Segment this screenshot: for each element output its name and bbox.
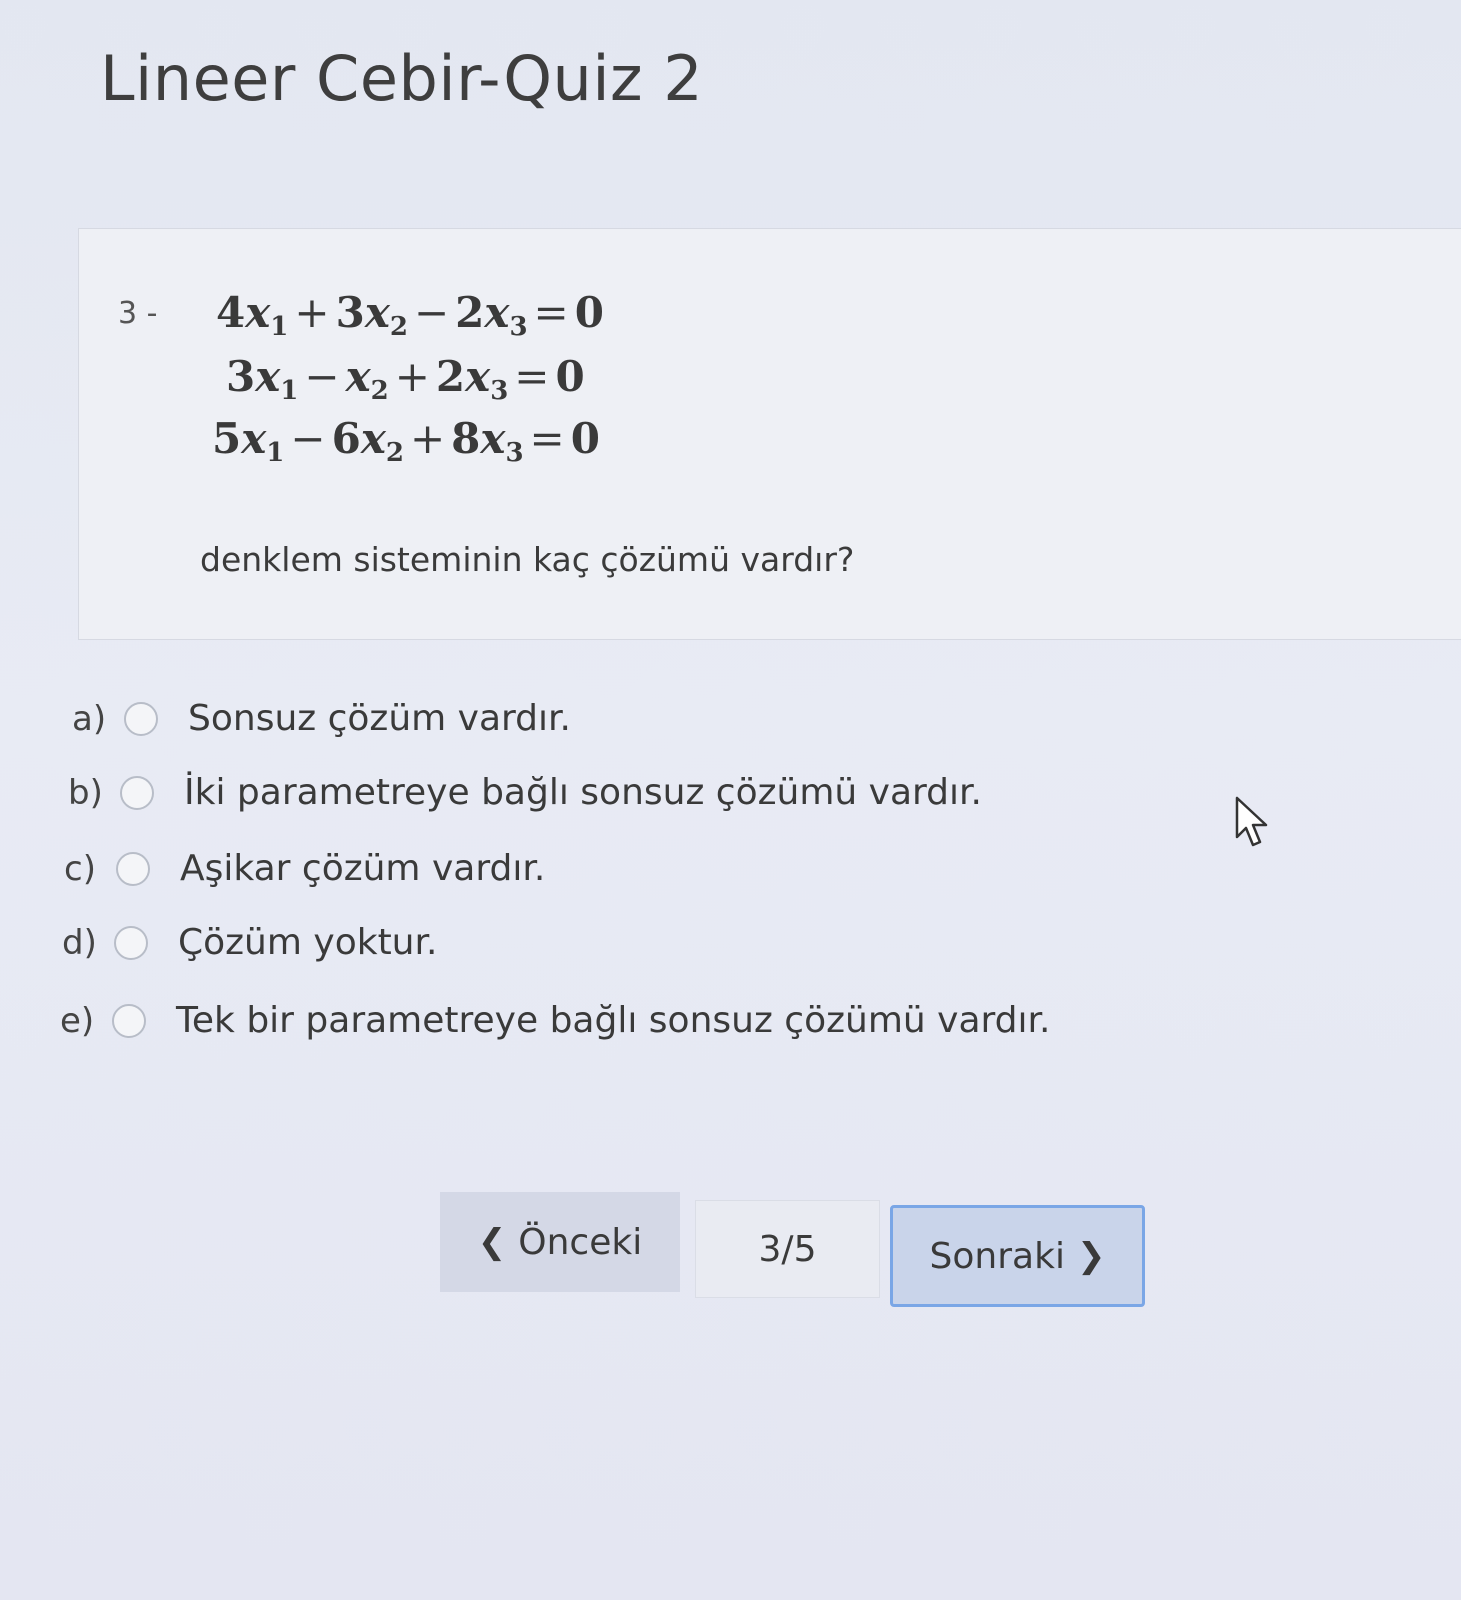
equation-2: 3x1− x2 +2x3 = 0 <box>226 352 585 406</box>
option-e[interactable]: e) Tek bir parametreye bağlı sonsuz çözü… <box>60 1000 1050 1041</box>
option-letter: d) <box>62 922 97 963</box>
radio-button[interactable] <box>112 1003 146 1038</box>
previous-button[interactable]: ❮ Önceki <box>440 1192 680 1292</box>
option-letter: c) <box>64 848 96 889</box>
question-number: 3 - <box>118 296 158 331</box>
option-letter: b) <box>68 772 103 813</box>
chevron-right-icon: ❯ <box>1076 1236 1106 1276</box>
option-text[interactable]: Sonsuz çözüm vardır. <box>188 698 571 739</box>
page-title: Lineer Cebir-Quiz 2 <box>100 42 704 115</box>
option-letter: a) <box>72 698 107 739</box>
question-prompt: denklem sisteminin kaç çözümü vardır? <box>200 540 855 579</box>
option-text[interactable]: Tek bir parametreye bağlı sonsuz çözümü … <box>176 1000 1050 1041</box>
equation-1: 4x1 +3x2−2x3 = 0 <box>216 288 604 342</box>
option-c[interactable]: c) Aşikar çözüm vardır. <box>64 848 545 889</box>
option-text[interactable]: İki parametreye bağlı sonsuz çözümü vard… <box>184 772 982 813</box>
option-d[interactable]: d) Çözüm yoktur. <box>62 922 437 963</box>
option-text[interactable]: Aşikar çözüm vardır. <box>180 848 545 889</box>
page-counter: 3/5 <box>695 1200 880 1298</box>
equation-3: 5x1−6x2 +8x3 = 0 <box>212 414 600 468</box>
option-a[interactable]: a) Sonsuz çözüm vardır. <box>72 698 571 739</box>
mouse-cursor-icon <box>1235 796 1268 847</box>
previous-label: Önceki <box>518 1221 643 1263</box>
next-label: Sonraki <box>929 1235 1065 1277</box>
option-b[interactable]: b) İki parametreye bağlı sonsuz çözümü v… <box>68 772 982 813</box>
radio-button[interactable] <box>114 925 148 960</box>
chevron-left-icon: ❮ <box>477 1222 507 1262</box>
next-button[interactable]: Sonraki ❯ <box>890 1205 1145 1307</box>
option-text[interactable]: Çözüm yoktur. <box>178 922 437 963</box>
radio-button[interactable] <box>116 851 150 886</box>
option-letter: e) <box>60 1000 95 1041</box>
radio-button[interactable] <box>120 775 154 810</box>
radio-button[interactable] <box>124 701 158 736</box>
